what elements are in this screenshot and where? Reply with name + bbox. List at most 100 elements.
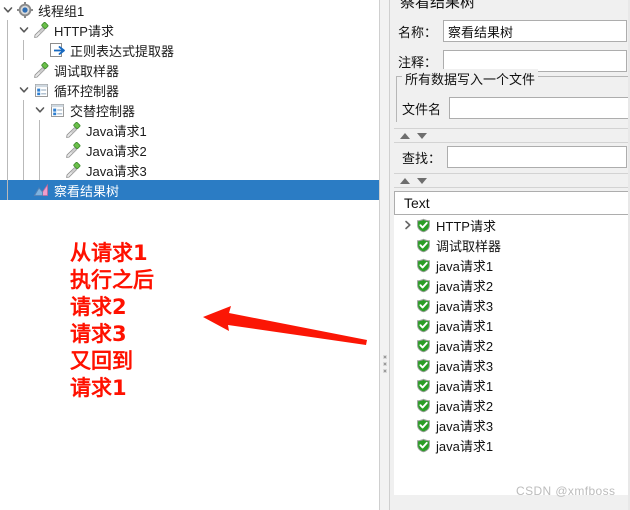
result-item-11[interactable]: java请求3 <box>394 415 630 435</box>
result-item-12[interactable]: java请求1 <box>394 435 630 455</box>
result-item-label: java请求2 <box>436 278 494 294</box>
chevron-right-icon[interactable] <box>400 215 415 235</box>
tree-item-6[interactable]: 交替控制器 <box>0 100 379 120</box>
annotation-line-2: 执行之后 <box>70 268 154 292</box>
tree-item-label: Java请求2 <box>86 143 147 159</box>
renderer-value: Text <box>404 195 430 211</box>
status-success-icon <box>415 377 431 393</box>
sampler-icon <box>32 61 50 79</box>
status-success-icon <box>415 257 431 273</box>
name-label: 名称： <box>398 24 438 40</box>
toolbar-spinner-bottom <box>394 173 630 188</box>
annotation-line-6: 请求1 <box>70 376 127 400</box>
screenshot-root: 线程组1 HTTP请求 正则表达式提取器 调试取样器 循环控制器 交替控制器 Java请求1… <box>0 0 630 510</box>
tree-item-5[interactable]: 循环控制器 <box>0 80 379 100</box>
status-success-icon <box>415 357 431 373</box>
tree-indent-guide <box>0 20 16 40</box>
result-item-label: java请求1 <box>436 438 494 454</box>
chevron-down-icon[interactable] <box>16 80 32 100</box>
name-input[interactable]: 察看结果树 <box>443 20 628 42</box>
red-arrow <box>195 295 370 355</box>
result-twisty-spacer <box>400 375 415 395</box>
sampler-icon <box>64 121 82 139</box>
result-twisty-spacer <box>400 355 415 375</box>
tree-twisty-spacer <box>48 160 64 180</box>
tree-twisty-spacer <box>48 140 64 160</box>
tree-item-4[interactable]: 调试取样器 <box>0 60 379 80</box>
tree-item-9[interactable]: Java请求3 <box>0 160 379 180</box>
result-twisty-spacer <box>400 255 415 275</box>
result-twisty-spacer <box>400 315 415 335</box>
tree-indent-guide <box>16 40 32 60</box>
test-plan-tree[interactable]: 线程组1 HTTP请求 正则表达式提取器调试取样器循环控制器 交替控制器 Java请求1… <box>0 0 379 200</box>
tree-item-7[interactable]: Java请求1 <box>0 120 379 140</box>
red-annotation-text: 从请求1 执行之后 请求2 请求3 又回到 请求1 <box>70 240 154 402</box>
tree-indent-guide <box>32 160 48 180</box>
tree-indent-guide <box>0 40 16 60</box>
tree-indent-guide <box>32 120 48 140</box>
tree-indent-guide <box>0 180 16 200</box>
result-item-label: java请求1 <box>436 318 494 334</box>
results-list[interactable]: HTTP请求 调试取样器 java请求1 java请求2 java请求3 java请求1 j… <box>394 215 630 495</box>
scroll-down-icon[interactable] <box>417 132 427 139</box>
tree-item-label: 线程组1 <box>38 3 85 19</box>
result-twisty-spacer <box>400 395 415 415</box>
result-item-1[interactable]: HTTP请求 <box>394 215 630 235</box>
panel-splitter[interactable] <box>379 0 390 510</box>
search-input[interactable] <box>447 146 628 168</box>
tree-item-label: 循环控制器 <box>54 83 120 99</box>
gear-icon <box>16 1 34 19</box>
tree-item-8[interactable]: Java请求2 <box>0 140 379 160</box>
sampler-icon <box>64 161 82 179</box>
result-item-9[interactable]: java请求1 <box>394 375 630 395</box>
scroll-down-icon-2[interactable] <box>417 177 427 184</box>
tree-item-1[interactable]: 线程组1 <box>0 0 379 20</box>
tree-item-2[interactable]: HTTP请求 <box>0 20 379 40</box>
status-success-icon <box>415 397 431 413</box>
result-item-6[interactable]: java请求1 <box>394 315 630 335</box>
tree-item-label: HTTP请求 <box>54 23 114 39</box>
tree-indent-guide <box>0 100 16 120</box>
result-twisty-spacer <box>400 275 415 295</box>
tree-indent-guide <box>0 160 16 180</box>
comment-label: 注释： <box>398 54 438 70</box>
splitter-grip[interactable] <box>383 355 387 376</box>
watermark: CSDN @xmfboss <box>516 484 616 498</box>
result-item-5[interactable]: java请求3 <box>394 295 630 315</box>
renderer-combobox[interactable]: Text <box>394 191 630 215</box>
status-success-icon <box>415 317 431 333</box>
search-row: 查找： <box>402 146 628 168</box>
result-item-8[interactable]: java请求3 <box>394 355 630 375</box>
status-success-icon <box>415 337 431 353</box>
scroll-up-icon-2[interactable] <box>400 177 410 184</box>
tree-item-label: 察看结果树 <box>54 183 120 199</box>
result-item-10[interactable]: java请求2 <box>394 395 630 415</box>
controller-icon <box>32 81 50 99</box>
result-item-label: java请求2 <box>436 398 494 414</box>
status-success-icon <box>415 237 431 253</box>
tree-indent-guide <box>16 120 32 140</box>
tree-twisty-spacer <box>16 60 32 80</box>
status-success-icon <box>415 417 431 433</box>
chevron-down-icon[interactable] <box>16 20 32 40</box>
toolbar-spinner-top <box>394 128 630 143</box>
chevron-down-icon[interactable] <box>0 0 16 20</box>
tree-indent-guide <box>0 140 16 160</box>
tree-item-label: 调试取样器 <box>54 63 120 79</box>
tree-indent-guide <box>16 100 32 120</box>
result-item-label: java请求3 <box>436 418 494 434</box>
result-item-3[interactable]: java请求1 <box>394 255 630 275</box>
result-item-4[interactable]: java请求2 <box>394 275 630 295</box>
filename-input[interactable] <box>449 97 630 119</box>
chevron-down-icon[interactable] <box>32 100 48 120</box>
test-plan-tree-panel: 线程组1 HTTP请求 正则表达式提取器调试取样器循环控制器 交替控制器 Java请求1… <box>0 0 379 510</box>
sampler-icon <box>64 141 82 159</box>
tree-indent-guide <box>0 80 16 100</box>
scroll-up-icon[interactable] <box>400 132 410 139</box>
result-item-7[interactable]: java请求2 <box>394 335 630 355</box>
annotation-line-3: 请求2 <box>70 295 127 319</box>
result-item-2[interactable]: 调试取样器 <box>394 235 630 255</box>
result-item-label: java请求1 <box>436 258 494 274</box>
tree-item-10[interactable]: 察看结果树 <box>0 180 379 200</box>
tree-item-3[interactable]: 正则表达式提取器 <box>0 40 379 60</box>
